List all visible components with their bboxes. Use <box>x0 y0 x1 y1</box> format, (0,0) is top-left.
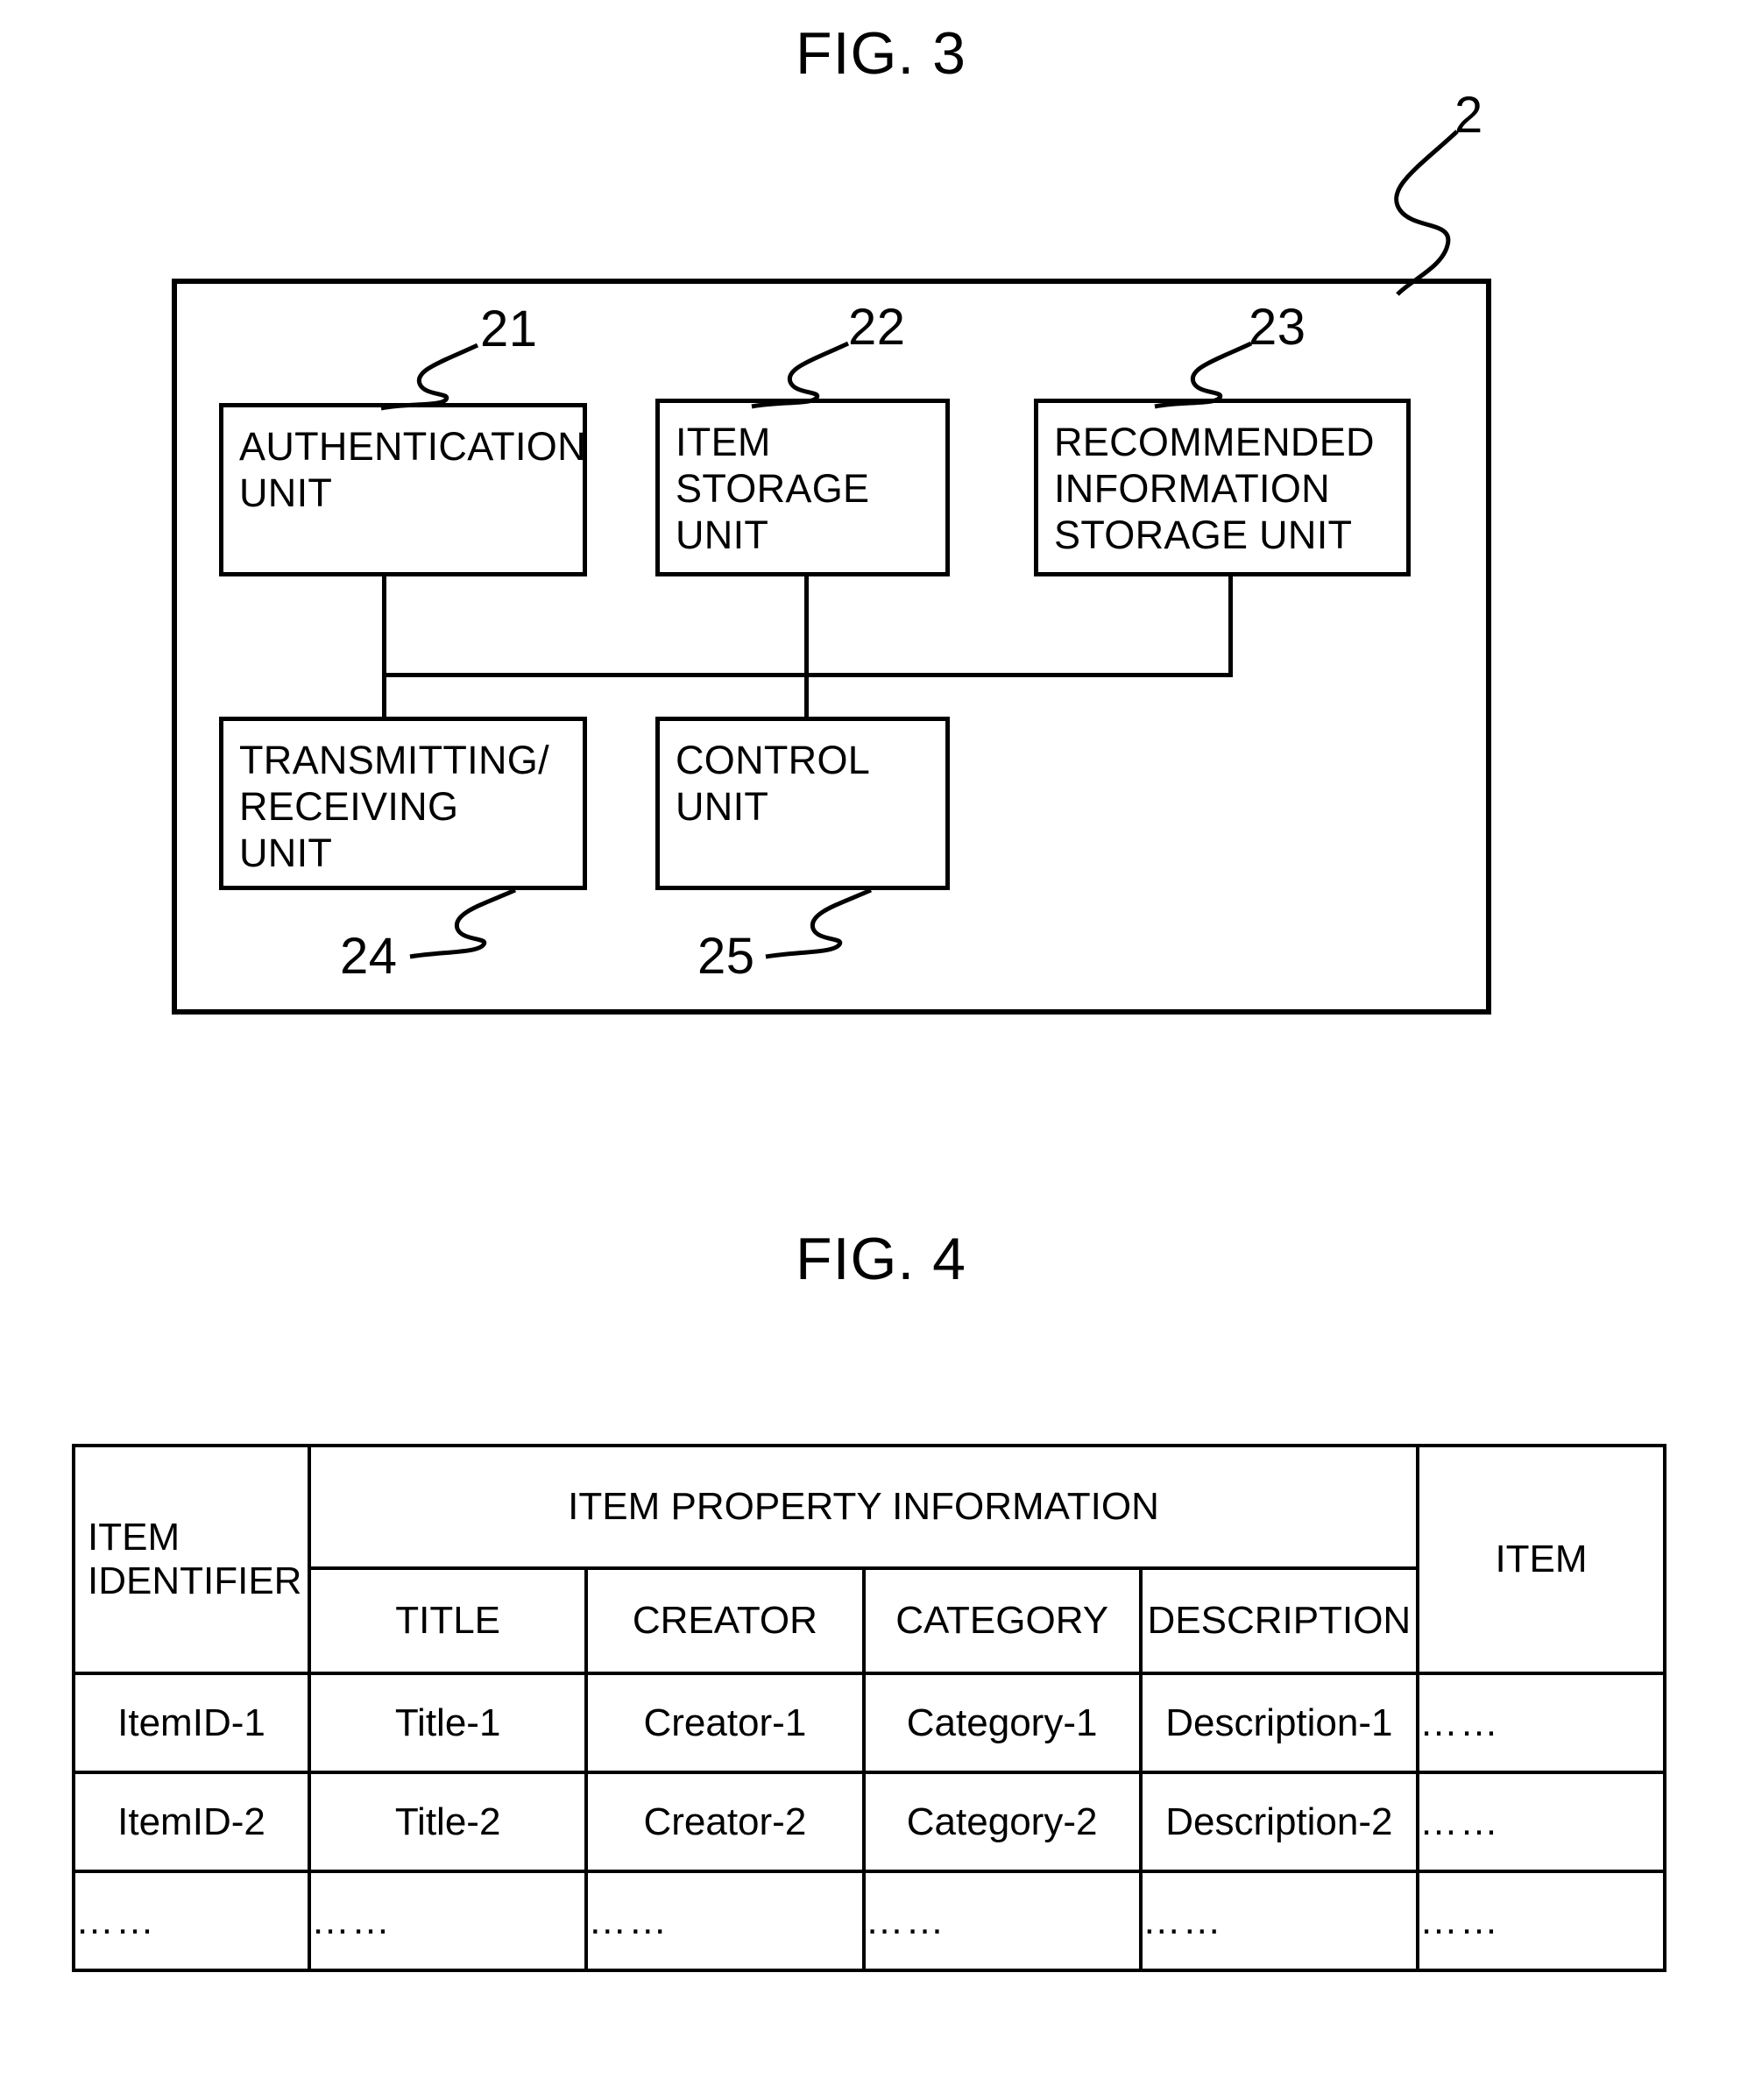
table-row: …… …… …… …… …… …… <box>72 1870 1666 1972</box>
block-25-line-2: UNIT <box>676 784 769 830</box>
block-25-line-1: CONTROL <box>676 738 871 782</box>
block-22-line-1: ITEM <box>676 420 771 464</box>
cell-title: …… <box>307 1870 589 1972</box>
fig4-table-container: ITEM IDENTIFIER ITEM PROPERTY INFORMATIO… <box>72 1444 1666 1972</box>
header-item-identifier: ITEM IDENTIFIER <box>72 1444 311 1675</box>
cell-description: Description-1 <box>1138 1672 1420 1774</box>
header-item: ITEM <box>1416 1444 1666 1675</box>
wire-auth-to-bus <box>382 569 386 727</box>
block-23-line-2: INFORMATION <box>1054 466 1330 512</box>
lead-line-23 <box>1154 341 1253 409</box>
ref-numeral-25: 25 <box>697 928 755 985</box>
cell-item: …… <box>1416 1672 1666 1774</box>
block-21-line-1: AUTHENTICATION <box>239 424 586 469</box>
block-24-line-2: RECEIVING <box>239 784 459 830</box>
wire-bus-horizontal <box>382 673 1233 677</box>
cell-item-identifier: ItemID-1 <box>72 1672 311 1774</box>
block-21-line-2: UNIT <box>239 470 333 516</box>
table-row: ItemID-2 Title-2 Creator-2 Category-2 De… <box>72 1771 1666 1873</box>
wire-recinfo-to-bus <box>1228 569 1233 675</box>
header-category: CATEGORY <box>861 1566 1143 1675</box>
block-authentication-unit: AUTHENTICATION UNIT <box>219 403 587 576</box>
lead-line-2 <box>1394 130 1459 296</box>
ref-numeral-21: 21 <box>480 301 538 357</box>
block-22-line-3: UNIT <box>676 513 769 558</box>
block-22-line-2: STORAGE <box>676 466 870 512</box>
cell-category: Category-1 <box>861 1672 1143 1774</box>
cell-item: …… <box>1416 1771 1666 1873</box>
cell-item-identifier: …… <box>72 1870 311 1972</box>
ref-numeral-24: 24 <box>340 928 398 985</box>
cell-creator: …… <box>584 1870 866 1972</box>
lead-line-22 <box>751 341 850 409</box>
header-title: TITLE <box>307 1566 589 1675</box>
cell-title: Title-1 <box>307 1672 589 1774</box>
fig4-title: FIG. 4 <box>796 1226 966 1292</box>
cell-item: …… <box>1416 1870 1666 1972</box>
cell-creator: Creator-2 <box>584 1771 866 1873</box>
table-row: ItemID-1 Title-1 Creator-1 Category-1 De… <box>72 1672 1666 1774</box>
cell-description: Description-2 <box>1138 1771 1420 1873</box>
cell-creator: Creator-1 <box>584 1672 866 1774</box>
header-item-property-information: ITEM PROPERTY INFORMATION <box>308 1444 1419 1570</box>
lead-line-24 <box>409 887 517 959</box>
cell-title: Title-2 <box>307 1771 589 1873</box>
table-header-row-1: ITEM IDENTIFIER ITEM PROPERTY INFORMATIO… <box>72 1444 1666 1675</box>
block-recommended-information-storage-unit: RECOMMENDED INFORMATION STORAGE UNIT <box>1034 399 1411 576</box>
header-item-identifier-line-2: IDENTIFIER <box>88 1559 302 1602</box>
lead-line-21 <box>380 343 479 411</box>
header-description: DESCRIPTION <box>1138 1566 1420 1675</box>
block-24-line-1: TRANSMITTING/ <box>239 738 549 782</box>
cell-item-identifier: ItemID-2 <box>72 1771 311 1873</box>
block-transmitting-receiving-unit: TRANSMITTING/ RECEIVING UNIT <box>219 717 587 890</box>
block-23-line-1: RECOMMENDED <box>1054 420 1375 464</box>
cell-category: …… <box>861 1870 1143 1972</box>
block-control-unit: CONTROL UNIT <box>655 717 950 890</box>
block-23-line-3: STORAGE UNIT <box>1054 513 1353 558</box>
lead-line-25 <box>765 887 873 959</box>
fig3-title: FIG. 3 <box>796 20 966 87</box>
cell-description: …… <box>1138 1870 1420 1972</box>
header-item-identifier-line-1: ITEM <box>88 1516 180 1559</box>
wire-itemstorage-to-bus <box>804 569 809 727</box>
item-property-table: ITEM IDENTIFIER ITEM PROPERTY INFORMATIO… <box>72 1444 1666 1972</box>
cell-category: Category-2 <box>861 1771 1143 1873</box>
block-24-line-3: UNIT <box>239 831 333 876</box>
header-creator: CREATOR <box>584 1566 866 1675</box>
block-item-storage-unit: ITEM STORAGE UNIT <box>655 399 950 576</box>
